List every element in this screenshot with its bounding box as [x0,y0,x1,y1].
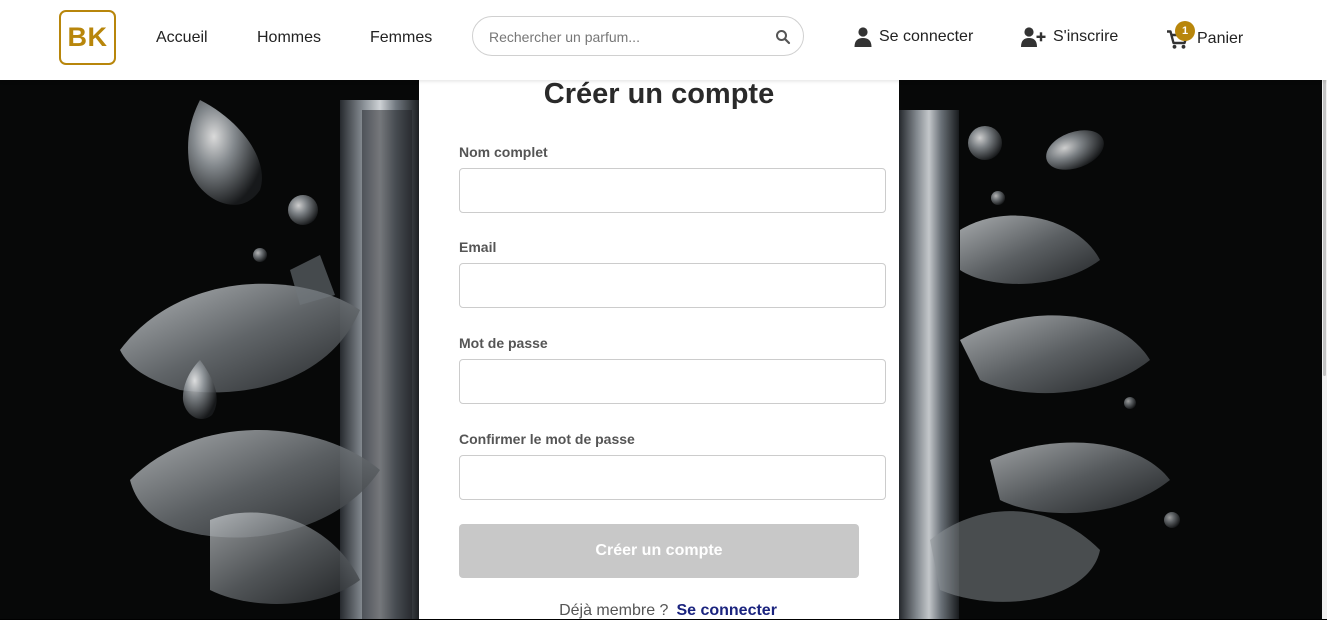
cart-label: Panier [1197,30,1244,47]
confirm-password-label: Confirmer le mot de passe [459,431,635,447]
fullname-input[interactable] [459,168,886,213]
brand-logo[interactable]: BK [59,10,116,65]
register-link[interactable]: S'inscrire [1021,26,1118,48]
fullname-label: Nom complet [459,144,548,160]
password-label: Mot de passe [459,335,548,351]
login-prompt: Déjà membre ? Se connecter [419,602,899,620]
login-link-bottom[interactable]: Se connecter [676,602,776,619]
password-input[interactable] [459,359,886,404]
cart-count-badge: 1 [1175,21,1195,41]
page-scrollbar[interactable] [1322,0,1327,619]
nav-hommes[interactable]: Hommes [257,28,321,47]
already-member-text: Déjà membre ? [559,602,669,619]
search-input[interactable] [489,27,759,47]
search-bar [472,16,804,56]
register-card: Créer un compte Nom complet Email Mot de… [419,80,899,619]
email-input[interactable] [459,263,886,308]
site-header: BK Accueil Hommes Femmes Se connecter S'… [0,0,1327,80]
search-icon[interactable] [775,29,791,45]
register-label: S'inscrire [1053,28,1119,45]
login-label: Se connecter [879,28,974,45]
scrollbar-thumb[interactable] [1323,68,1326,376]
user-plus-icon [1021,27,1046,47]
user-icon [854,27,872,47]
create-account-button[interactable]: Créer un compte [459,524,859,578]
login-link[interactable]: Se connecter [854,26,973,48]
email-label: Email [459,239,497,255]
confirm-password-input[interactable] [459,455,886,500]
nav-accueil[interactable]: Accueil [156,28,208,47]
nav-femmes[interactable]: Femmes [370,28,432,47]
form-title: Créer un compte [543,78,775,110]
